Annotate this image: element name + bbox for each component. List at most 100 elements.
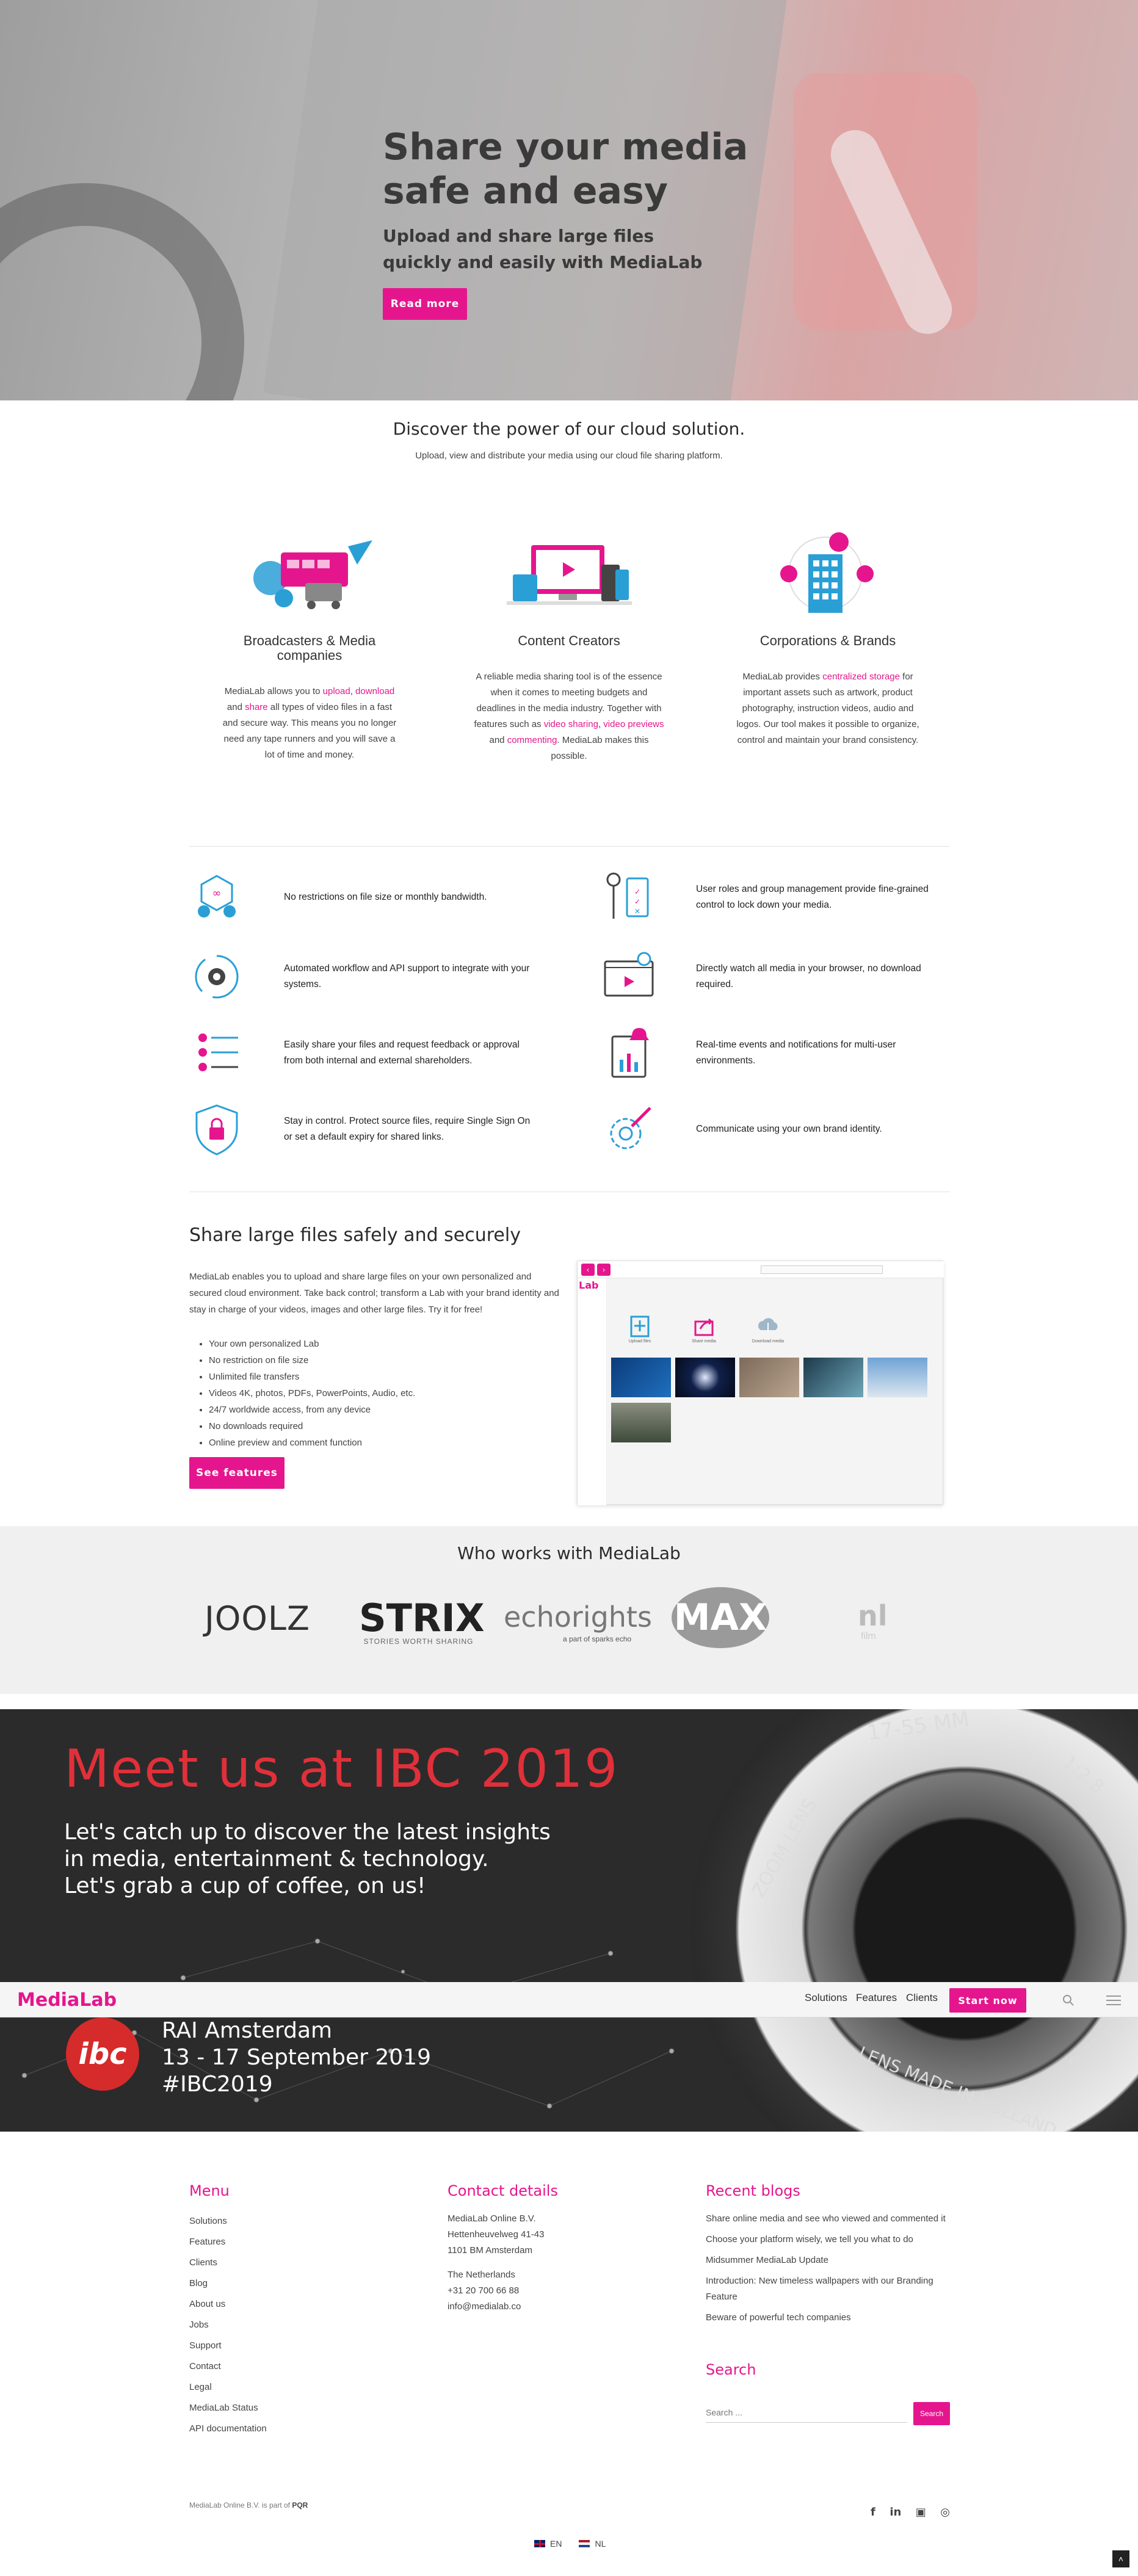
brush-gear-icon xyxy=(610,1107,651,1149)
column-text-part: , xyxy=(350,686,356,696)
action-label: Upload files xyxy=(628,1339,651,1344)
ibc-banner[interactable]: Meet us at IBC 2019 Let's catch up to di… xyxy=(0,1709,1138,2132)
feature-item: Communicate using your own brand identit… xyxy=(601,1102,943,1157)
nav-link-features[interactable]: Features xyxy=(856,1992,897,2004)
footer-menu: Solutions Features Clients Blog About us… xyxy=(189,2211,372,2439)
column-title-line: Broadcasters & Media xyxy=(243,633,376,648)
read-more-button[interactable]: Read more xyxy=(383,288,467,320)
nav-link-clients[interactable]: Clients xyxy=(906,1992,938,2004)
footer-search-button[interactable]: Search xyxy=(913,2402,950,2425)
contact-line: MediaLab Online B.V. xyxy=(448,2213,536,2224)
instagram-icon[interactable]: ◎ xyxy=(940,2506,950,2519)
app-screenshot-sidebar: Lab xyxy=(578,1278,607,1505)
hamburger-menu-icon[interactable] xyxy=(1106,1994,1121,2006)
footer-link[interactable]: Blog xyxy=(189,2273,372,2294)
hero-sub-line: quickly and easily with MediaLab xyxy=(383,252,703,272)
footer-link[interactable]: About us xyxy=(189,2294,372,2315)
ibc-message-line: in media, entertainment & technology. xyxy=(64,1847,489,1872)
column-title: Broadcasters & Media companies xyxy=(221,634,398,663)
share-link[interactable]: share xyxy=(245,702,268,712)
discover-title: Discover the power of our cloud solution… xyxy=(393,419,745,439)
column-title: Content Creators xyxy=(518,633,620,648)
chevron-right-icon: › xyxy=(597,1264,611,1276)
share-icon xyxy=(694,1318,714,1336)
column-text-part: MediaLab provides xyxy=(742,671,823,682)
column-corporations: Corporations & Brands MediaLab provides … xyxy=(730,634,926,748)
contact-email[interactable]: info@medialab.co xyxy=(448,2299,649,2315)
social-icons: f in ▣ ◎ xyxy=(871,2506,950,2519)
lang-nl-link[interactable]: NL xyxy=(595,2539,606,2549)
footer-link[interactable]: Features xyxy=(189,2232,372,2252)
contact-line: 1101 BM Amsterdam xyxy=(448,2245,532,2256)
chevron-up-icon: ˄ xyxy=(1118,2554,1124,2564)
linkedin-icon[interactable]: in xyxy=(890,2506,901,2519)
discover-subtitle: Upload, view and distribute your media u… xyxy=(415,450,723,461)
contact-phone[interactable]: +31 20 700 66 88 xyxy=(448,2283,649,2299)
lang-en-link[interactable]: EN xyxy=(550,2539,562,2549)
see-features-button[interactable]: See features xyxy=(189,1457,284,1489)
vimeo-icon[interactable]: ▣ xyxy=(916,2506,926,2519)
download-link[interactable]: download xyxy=(355,686,394,696)
svg-text:∞: ∞ xyxy=(212,887,222,900)
feature-item: Directly watch all media in your browser… xyxy=(601,949,943,1004)
blog-link[interactable]: Midsummer MediaLab Update xyxy=(706,2252,950,2268)
media-thumbnail xyxy=(803,1358,863,1397)
column-text-part: and xyxy=(489,735,507,745)
search-icon[interactable] xyxy=(1062,1994,1075,2006)
list-item: 24/7 worldwide access, from any device xyxy=(209,1402,562,1418)
chevron-left-icon: ‹ xyxy=(581,1264,595,1276)
column-text-part: . MediaLab makes this possible. xyxy=(551,735,649,761)
footer-search-input[interactable] xyxy=(706,2402,907,2423)
ibc-venue: RAI Amsterdam xyxy=(162,2018,333,2043)
column-content-creators: Content Creators A reliable media sharin… xyxy=(471,634,667,764)
feature-text: Automated workflow and API support to in… xyxy=(284,963,530,990)
nav-link-solutions[interactable]: Solutions xyxy=(805,1992,847,2004)
footer-link[interactable]: MediaLab Status xyxy=(189,2398,372,2419)
share-paragraph: MediaLab enables you to upload and share… xyxy=(189,1272,559,1315)
shield-lock-icon xyxy=(195,1104,238,1156)
feature-item: Automated workflow and API support to in… xyxy=(189,949,531,1004)
client-logo-echorights-sub: a part of sparks echo xyxy=(563,1635,632,1643)
footer-blogs: Share online media and see who viewed an… xyxy=(706,2211,950,2326)
ibc-message-line: Let's catch up to discover the latest in… xyxy=(64,1820,551,1845)
media-thumbnail xyxy=(675,1358,735,1397)
footer-link[interactable]: API documentation xyxy=(189,2419,372,2439)
share-bullet-list: Your own personalized Lab No restriction… xyxy=(189,1336,562,1451)
footer-link[interactable]: Clients xyxy=(189,2252,372,2273)
keys-checklist-icon: ✓ ✓ ✕ xyxy=(606,872,649,919)
pqr-link[interactable]: PQR xyxy=(292,2501,308,2509)
footer-link[interactable]: Legal xyxy=(189,2377,372,2398)
centralized-storage-link[interactable]: centralized storage xyxy=(822,671,900,682)
medialab-logo[interactable]: MediaLab xyxy=(17,1989,117,2011)
feature-text: Directly watch all media in your browser… xyxy=(696,963,921,990)
hero-headline-line: Share your media xyxy=(383,126,748,168)
footer-link[interactable]: Contact xyxy=(189,2356,372,2377)
video-sharing-link[interactable]: video sharing xyxy=(544,719,598,729)
hero-headline: Share your media safe and easy xyxy=(383,125,822,213)
svg-text:✓: ✓ xyxy=(634,888,640,896)
footer-link[interactable]: Support xyxy=(189,2335,372,2356)
blog-link[interactable]: Share online media and see who viewed an… xyxy=(706,2211,950,2227)
contact-line: The Netherlands xyxy=(448,2270,515,2280)
svg-text:✓: ✓ xyxy=(634,897,640,906)
corporate-building-icon xyxy=(780,532,874,613)
footer-link[interactable]: Solutions xyxy=(189,2211,372,2232)
blog-link[interactable]: Choose your platform wisely, we tell you… xyxy=(706,2232,950,2248)
action-label: Share media xyxy=(692,1339,716,1344)
bell-chart-icon xyxy=(611,1028,649,1078)
facebook-icon[interactable]: f xyxy=(871,2506,875,2519)
clients-title: Who works with MediaLab xyxy=(457,1543,681,1563)
upload-link[interactable]: upload xyxy=(323,686,350,696)
video-previews-link[interactable]: video previews xyxy=(603,719,664,729)
list-item: No restriction on file size xyxy=(209,1352,562,1369)
start-now-button[interactable]: Start now xyxy=(949,1988,1026,2013)
list-item: Online preview and comment function xyxy=(209,1435,562,1451)
approval-list-icon xyxy=(198,1033,238,1071)
back-to-top-button[interactable]: ˄ xyxy=(1112,2550,1129,2567)
upload-icon xyxy=(630,1315,650,1337)
footer-link[interactable]: Jobs xyxy=(189,2315,372,2335)
blog-link[interactable]: Introduction: New timeless wallpapers wi… xyxy=(706,2273,950,2305)
broadcast-illustration-icon xyxy=(253,540,372,609)
commenting-link[interactable]: commenting xyxy=(507,735,557,745)
blog-link[interactable]: Beware of powerful tech companies xyxy=(706,2310,950,2326)
